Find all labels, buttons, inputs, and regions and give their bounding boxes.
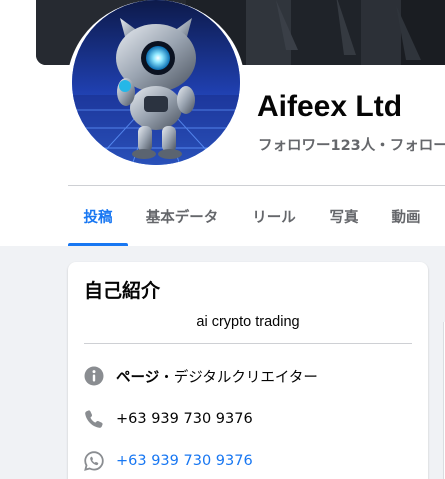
- category-label: ・デジタルクリエイター: [159, 369, 318, 386]
- followers-count[interactable]: フォロワー123人・フォロー: [258, 134, 445, 155]
- page-title: Aifeex Ltd: [257, 90, 403, 123]
- profile-avatar[interactable]: [72, 0, 240, 165]
- whatsapp-icon: [84, 451, 104, 471]
- intro-card: 自己紹介 ai crypto trading ページ・デジタルクリエイター +6…: [68, 262, 428, 479]
- tab-reels-label: リール: [252, 209, 296, 226]
- active-tab-indicator: [68, 243, 128, 246]
- category-row: ページ・デジタルクリエイター: [84, 364, 318, 388]
- category-text: ページ・デジタルクリエイター: [116, 366, 318, 387]
- tab-photos[interactable]: 写真: [318, 186, 370, 246]
- tab-about-label: 基本データ: [145, 209, 219, 226]
- profile-header: Aifeex Ltd フォロワー123人・フォロー 投稿 基本データ リール 写…: [0, 0, 445, 246]
- intro-bio: ai crypto trading: [196, 314, 300, 330]
- phone-number: +63 939 730 9376: [116, 411, 253, 427]
- phone-icon: [84, 409, 104, 429]
- info-icon: [84, 366, 104, 386]
- tab-photos-label: 写真: [329, 209, 359, 226]
- category-prefix: ページ: [116, 369, 160, 386]
- phone-row: +63 939 730 9376: [84, 407, 253, 431]
- tab-posts-label: 投稿: [83, 209, 113, 226]
- intro-divider: [84, 343, 412, 344]
- tab-videos[interactable]: 動画: [380, 186, 432, 246]
- tab-about[interactable]: 基本データ: [138, 186, 226, 246]
- tab-posts[interactable]: 投稿: [68, 186, 128, 246]
- whatsapp-link[interactable]: +63 939 730 9376: [116, 453, 253, 469]
- intro-title: 自己紹介: [84, 280, 161, 302]
- tab-videos-label: 動画: [391, 209, 421, 226]
- whatsapp-row[interactable]: +63 939 730 9376: [84, 449, 253, 473]
- tab-reels[interactable]: リール: [240, 186, 308, 246]
